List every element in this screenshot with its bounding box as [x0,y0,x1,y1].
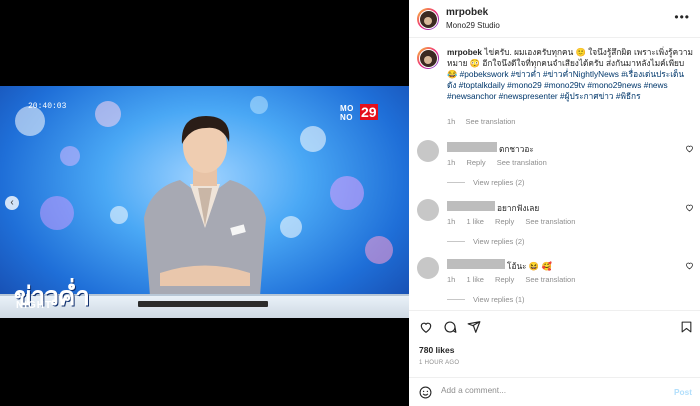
caption-avatar[interactable] [417,47,439,69]
comment-likes[interactable]: 1 like [466,275,484,284]
add-comment-bar: Post [409,377,700,406]
comment-text: ตกชาวอะ [499,144,534,154]
show-subtitle: NIGHT [16,300,53,311]
previous-media-button[interactable]: ‹ [5,196,19,210]
share-icon[interactable] [467,320,481,334]
post-sidebar: mrpobek Mono29 Studio ••• mrpobek ไข่ครั… [409,0,700,406]
likes-count[interactable]: 780 likes [419,345,454,355]
caption-meta: 1h See translation [447,117,523,126]
header-username[interactable]: mrpobek [446,7,488,18]
comment-time[interactable]: 1h [447,217,455,226]
post-caption: mrpobek ไข่ครับ. ผมเองครับทุกคน 🙂 ใจนึงร… [447,47,693,102]
add-comment-input[interactable] [441,385,661,395]
news-anchor-figure [144,116,266,296]
post-comment-button[interactable]: Post [674,387,692,397]
comment-likes[interactable]: 1 like [466,217,484,226]
comment-see-translation[interactable]: See translation [525,217,575,226]
comment-reply-button[interactable]: Reply [495,275,514,284]
channel-logo: MO NO 29 [338,102,380,124]
video-frame[interactable]: 20:40:03 MO NO 29 ข่าวค่ำ NIGHT [0,86,409,318]
caption-hashtags[interactable]: #pobekswork #ข่าวค่ำ #ข่าวค่ำNightlyNews… [447,69,684,101]
action-bar [409,310,700,334]
heart-icon[interactable] [685,261,694,270]
comment-avatar[interactable] [417,199,439,221]
comment-meta: 1h 1 like Reply See translation [447,217,584,226]
caption-time[interactable]: 1h [447,117,455,126]
post-media: 20:40:03 MO NO 29 ข่าวค่ำ NIGHT ‹ [0,0,409,406]
desk-laptop [138,301,268,307]
comment-time[interactable]: 1h [447,158,455,167]
channel-logo-text: MO NO [340,104,354,122]
comment-icon[interactable] [443,320,457,334]
comment-reply-button[interactable]: Reply [466,158,485,167]
view-replies-button[interactable]: View replies (2) [447,237,525,246]
comment-avatar[interactable] [417,140,439,162]
heart-icon[interactable] [685,144,694,153]
comment-username-redacted[interactable] [447,259,505,269]
comment-username-redacted[interactable] [447,142,497,152]
header-location[interactable]: Mono29 Studio [446,21,500,30]
broadcast-clock: 20:40:03 [28,102,67,111]
post-header: mrpobek Mono29 Studio ••• [409,0,700,38]
comment-username-redacted[interactable] [447,201,495,211]
avatar[interactable] [417,8,439,30]
heart-icon[interactable] [419,320,433,334]
comment-meta: 1h 1 like Reply See translation [447,275,584,284]
post-timestamp[interactable]: 1 HOUR AGO [419,360,459,366]
comment-text: อยากฟังเลย [497,203,540,213]
view-replies-button[interactable]: View replies (2) [447,178,525,187]
channel-logo-number: 29 [360,104,378,120]
more-options-icon[interactable]: ••• [674,10,690,24]
caption-see-translation[interactable]: See translation [465,117,515,126]
comment-reply-button[interactable]: Reply [495,217,514,226]
comment-avatar[interactable] [417,257,439,279]
emoji-icon[interactable] [419,386,432,399]
comment-meta: 1h Reply See translation [447,158,556,167]
comment-time[interactable]: 1h [447,275,455,284]
heart-icon[interactable] [685,203,694,212]
view-replies-button[interactable]: View replies (1) [447,295,525,304]
comment-text: โอ้นะ 😆 🥰 [507,261,552,271]
comment-see-translation[interactable]: See translation [497,158,547,167]
bookmark-icon[interactable] [680,320,693,334]
caption-username[interactable]: mrpobek [447,47,482,57]
comment-see-translation[interactable]: See translation [525,275,575,284]
